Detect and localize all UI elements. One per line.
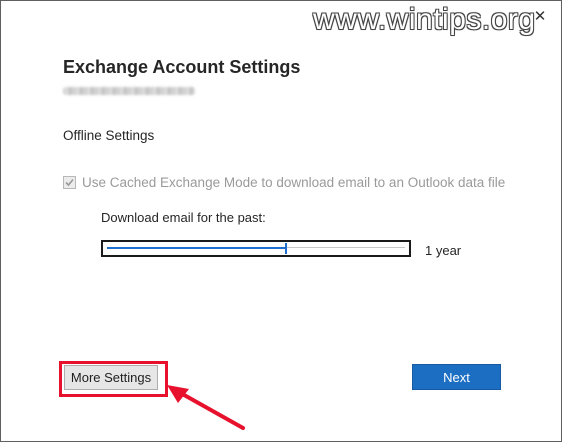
cached-mode-option[interactable]: Use Cached Exchange Mode to download ema… <box>63 175 505 190</box>
close-icon[interactable]: ✕ <box>532 9 548 25</box>
download-period-slider[interactable] <box>101 240 411 257</box>
exchange-account-settings-dialog: www.wintips.org ✕ Exchange Account Setti… <box>0 0 562 442</box>
checkmark-icon <box>65 178 74 187</box>
more-settings-button[interactable]: More Settings <box>64 365 158 390</box>
redacted-email <box>63 87 195 95</box>
watermark: www.wintips.org <box>313 3 536 36</box>
offline-settings-heading: Offline Settings <box>63 128 155 143</box>
slider-fill <box>107 247 286 249</box>
slider-thumb[interactable] <box>285 243 287 254</box>
download-period-value: 1 year <box>425 243 462 258</box>
cached-mode-label: Use Cached Exchange Mode to download ema… <box>82 175 506 190</box>
red-arrow-icon <box>167 385 245 430</box>
cached-mode-checkbox[interactable] <box>63 176 76 189</box>
dialog-title: Exchange Account Settings <box>63 57 301 77</box>
download-period-label: Download email for the past: <box>101 210 266 225</box>
next-button[interactable]: Next <box>412 364 501 390</box>
slider-track <box>286 247 405 248</box>
